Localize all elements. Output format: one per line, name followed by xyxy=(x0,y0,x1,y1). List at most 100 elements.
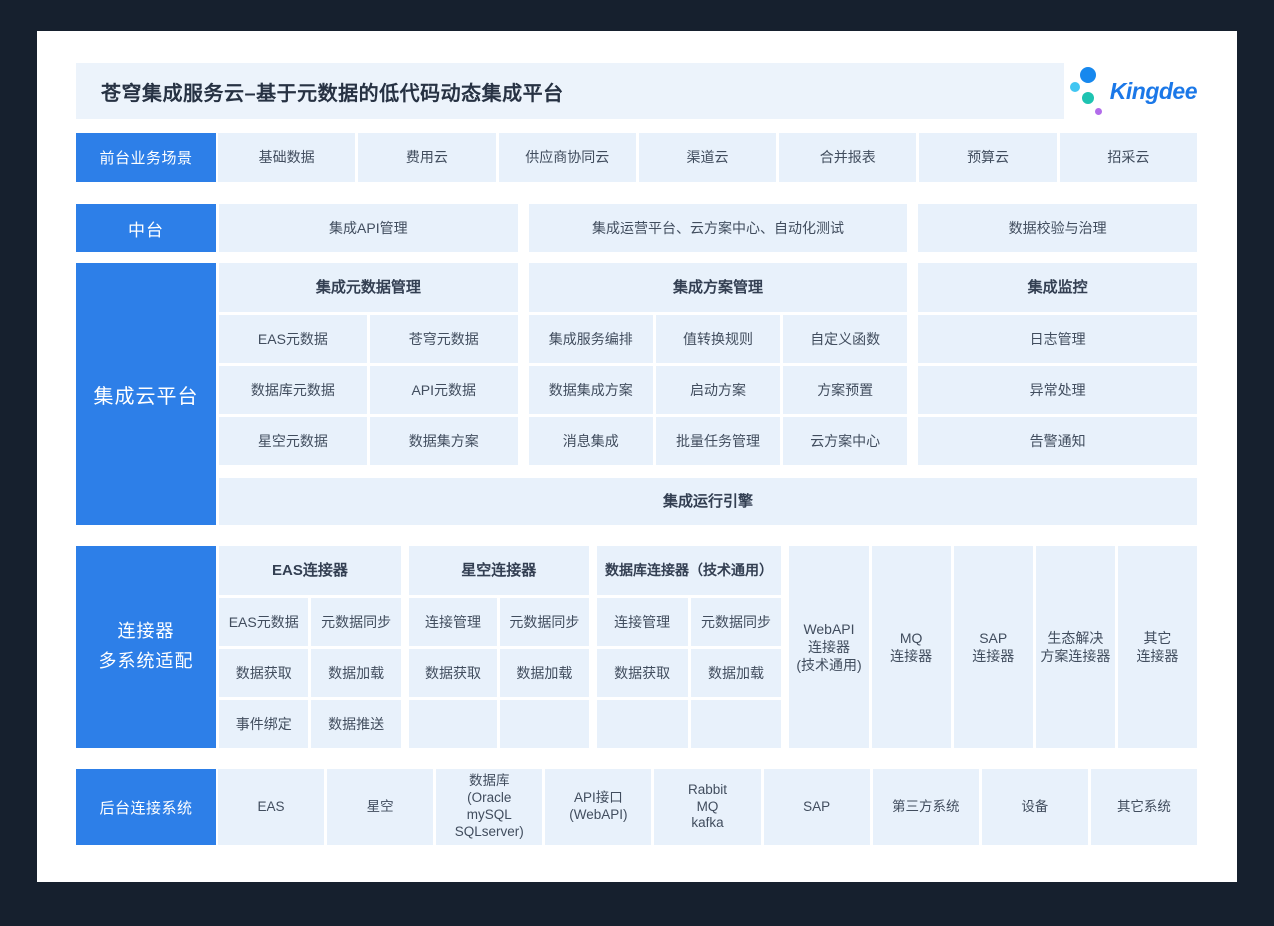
connector-column-sap: SAP 连接器 xyxy=(954,546,1033,748)
platform-cell: 集成服务编排 xyxy=(529,315,653,363)
connector-cell-empty xyxy=(409,700,497,748)
kingdee-logo: Kingdee xyxy=(1064,63,1197,119)
connector-cell-empty xyxy=(691,700,782,748)
backend-cell: 星空 xyxy=(327,769,433,845)
middle-cells: 集成API管理 集成运营平台、云方案中心、自动化测试 数据校验与治理 xyxy=(219,204,1197,252)
connector-cell: 数据获取 xyxy=(409,649,497,697)
platform-cell: 苍穹元数据 xyxy=(370,315,518,363)
diagram-card: 苍穹集成服务云–基于元数据的低代码动态集成平台 Kingdee 前台业务场景 基… xyxy=(37,31,1237,882)
backend-cell: 第三方系统 xyxy=(873,769,979,845)
section-label-integration-cloud-platform: 集成云平台 xyxy=(76,263,216,525)
platform-cell: 数据集成方案 xyxy=(529,366,653,414)
connector-cell: 数据获取 xyxy=(597,649,688,697)
group-integration-metadata: 集成元数据管理 EAS元数据 苍穹元数据 数据库元数据 API元数据 星空元数据… xyxy=(219,263,518,465)
group-integration-plan: 集成方案管理 集成服务编排 值转换规则 自定义函数 数据集成方案 启动方案 方案… xyxy=(529,263,908,465)
connector-cell: 元数据同步 xyxy=(691,598,782,646)
connector-cell: 元数据同步 xyxy=(311,598,400,646)
connector-column-mq: MQ 连接器 xyxy=(872,546,951,748)
connector-column-webapi: WebAPI 连接器 (技术通用) xyxy=(789,546,868,748)
front-cell: 渠道云 xyxy=(639,133,776,182)
backend-cell: API接口 (WebAPI) xyxy=(545,769,651,845)
platform-cell: 异常处理 xyxy=(918,366,1197,414)
group-title-xingkong-connector: 星空连接器 xyxy=(409,546,589,595)
backend-cell: 设备 xyxy=(982,769,1088,845)
group-integration-monitor: 集成监控 日志管理 异常处理 告警通知 xyxy=(918,263,1197,465)
backend-cell: 其它系统 xyxy=(1091,769,1197,845)
middle-cell: 集成运营平台、云方案中心、自动化测试 xyxy=(529,204,908,252)
row-label-middle-stage: 中台 xyxy=(76,204,216,252)
logo-dot-teal-icon xyxy=(1082,92,1094,104)
front-cell: 供应商协同云 xyxy=(499,133,636,182)
connector-cell: 连接管理 xyxy=(597,598,688,646)
connector-cell: 连接管理 xyxy=(409,598,497,646)
front-cell: 合并报表 xyxy=(779,133,916,182)
middle-cell: 数据校验与治理 xyxy=(918,204,1197,252)
group-xingkong-connector: 星空连接器 连接管理 元数据同步 数据获取 数据加载 xyxy=(409,546,589,748)
front-cell: 预算云 xyxy=(919,133,1056,182)
row-label-front-stage: 前台业务场景 xyxy=(76,133,216,182)
connector-cell: 数据加载 xyxy=(311,649,400,697)
platform-cell: 数据集方案 xyxy=(370,417,518,465)
row-label-backend-systems: 后台连接系统 xyxy=(76,769,216,845)
front-cell: 基础数据 xyxy=(218,133,355,182)
logo-dot-blue-icon xyxy=(1080,67,1096,83)
platform-cell: 自定义函数 xyxy=(783,315,907,363)
row-middle-stage: 中台 集成API管理 集成运营平台、云方案中心、自动化测试 数据校验与治理 xyxy=(76,204,1197,252)
title-box: 苍穹集成服务云–基于元数据的低代码动态集成平台 xyxy=(76,63,1064,119)
integration-runtime-engine: 集成运行引擎 xyxy=(219,478,1197,525)
row-backend-systems: 后台连接系统 EAS 星空 数据库 (Oracle mySQL SQLserve… xyxy=(76,769,1197,845)
group-title-metadata: 集成元数据管理 xyxy=(219,263,518,312)
section-connectors: 连接器 多系统适配 EAS连接器 EAS元数据 元数据同步 数据获取 数据加载 … xyxy=(76,546,1197,748)
connector-cell-empty xyxy=(500,700,588,748)
front-cell: 费用云 xyxy=(358,133,495,182)
platform-cell: 批量任务管理 xyxy=(656,417,780,465)
connector-cell: 数据获取 xyxy=(219,649,308,697)
section-label-connectors: 连接器 多系统适配 xyxy=(76,546,216,748)
connector-column-other: 其它 连接器 xyxy=(1118,546,1197,748)
platform-cell: API元数据 xyxy=(370,366,518,414)
platform-cell: 日志管理 xyxy=(918,315,1197,363)
connector-cell: EAS元数据 xyxy=(219,598,308,646)
group-title-monitor: 集成监控 xyxy=(918,263,1197,312)
backend-cell: 数据库 (Oracle mySQL SQLserver) xyxy=(436,769,542,845)
connector-cell: 元数据同步 xyxy=(500,598,588,646)
connector-columns: WebAPI 连接器 (技术通用) MQ 连接器 SAP 连接器 生态解决 方案… xyxy=(789,546,1197,748)
group-eas-connector: EAS连接器 EAS元数据 元数据同步 数据获取 数据加载 事件绑定 数据推送 xyxy=(219,546,401,748)
section-integration-cloud-platform: 集成云平台 集成元数据管理 EAS元数据 苍穹元数据 数据库元数据 API元数据… xyxy=(76,263,1197,525)
middle-cell: 集成API管理 xyxy=(219,204,518,252)
backend-cells: EAS 星空 数据库 (Oracle mySQL SQLserver) API接… xyxy=(218,769,1197,845)
kingdee-logo-icon xyxy=(1068,64,1106,118)
page-title: 苍穹集成服务云–基于元数据的低代码动态集成平台 xyxy=(101,77,564,106)
platform-content: 集成元数据管理 EAS元数据 苍穹元数据 数据库元数据 API元数据 星空元数据… xyxy=(219,263,1197,525)
platform-cell: 云方案中心 xyxy=(783,417,907,465)
platform-cell: 值转换规则 xyxy=(656,315,780,363)
backend-cell: Rabbit MQ kafka xyxy=(654,769,760,845)
front-cell: 招采云 xyxy=(1060,133,1197,182)
platform-cell: 星空元数据 xyxy=(219,417,367,465)
platform-cell: 告警通知 xyxy=(918,417,1197,465)
row-front-stage: 前台业务场景 基础数据 费用云 供应商协同云 渠道云 合并报表 预算云 招采云 xyxy=(76,133,1197,182)
logo-dot-purple-icon xyxy=(1095,108,1102,115)
backend-cell: SAP xyxy=(764,769,870,845)
platform-cell: EAS元数据 xyxy=(219,315,367,363)
connector-cell: 数据加载 xyxy=(500,649,588,697)
connector-column-eco: 生态解决 方案连接器 xyxy=(1036,546,1115,748)
header: 苍穹集成服务云–基于元数据的低代码动态集成平台 Kingdee xyxy=(76,63,1197,119)
backend-cell: EAS xyxy=(218,769,324,845)
logo-dot-cyan-icon xyxy=(1070,82,1080,92)
group-title-eas-connector: EAS连接器 xyxy=(219,546,401,595)
platform-groups: 集成元数据管理 EAS元数据 苍穹元数据 数据库元数据 API元数据 星空元数据… xyxy=(219,263,1197,465)
connector-cell: 数据加载 xyxy=(691,649,782,697)
connectors-content: EAS连接器 EAS元数据 元数据同步 数据获取 数据加载 事件绑定 数据推送 … xyxy=(219,546,1197,748)
connector-cell-empty xyxy=(597,700,688,748)
front-cells: 基础数据 费用云 供应商协同云 渠道云 合并报表 预算云 招采云 xyxy=(218,133,1197,182)
group-title-plan: 集成方案管理 xyxy=(529,263,908,312)
group-database-connector: 数据库连接器（技术通用） 连接管理 元数据同步 数据获取 数据加载 xyxy=(597,546,782,748)
connector-cell: 数据推送 xyxy=(311,700,400,748)
logo-text: Kingdee xyxy=(1110,78,1197,105)
platform-cell: 启动方案 xyxy=(656,366,780,414)
platform-cell: 方案预置 xyxy=(783,366,907,414)
group-title-database-connector: 数据库连接器（技术通用） xyxy=(597,546,782,595)
connector-cell: 事件绑定 xyxy=(219,700,308,748)
platform-cell: 消息集成 xyxy=(529,417,653,465)
